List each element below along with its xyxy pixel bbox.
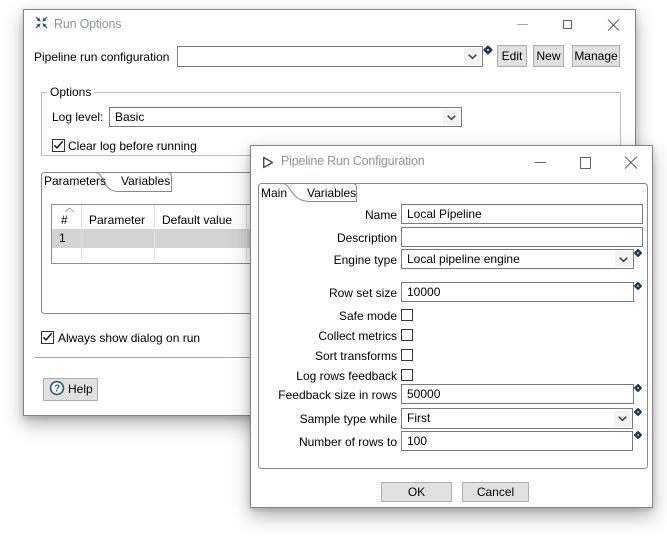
svg-text:?: ? [54,383,60,394]
